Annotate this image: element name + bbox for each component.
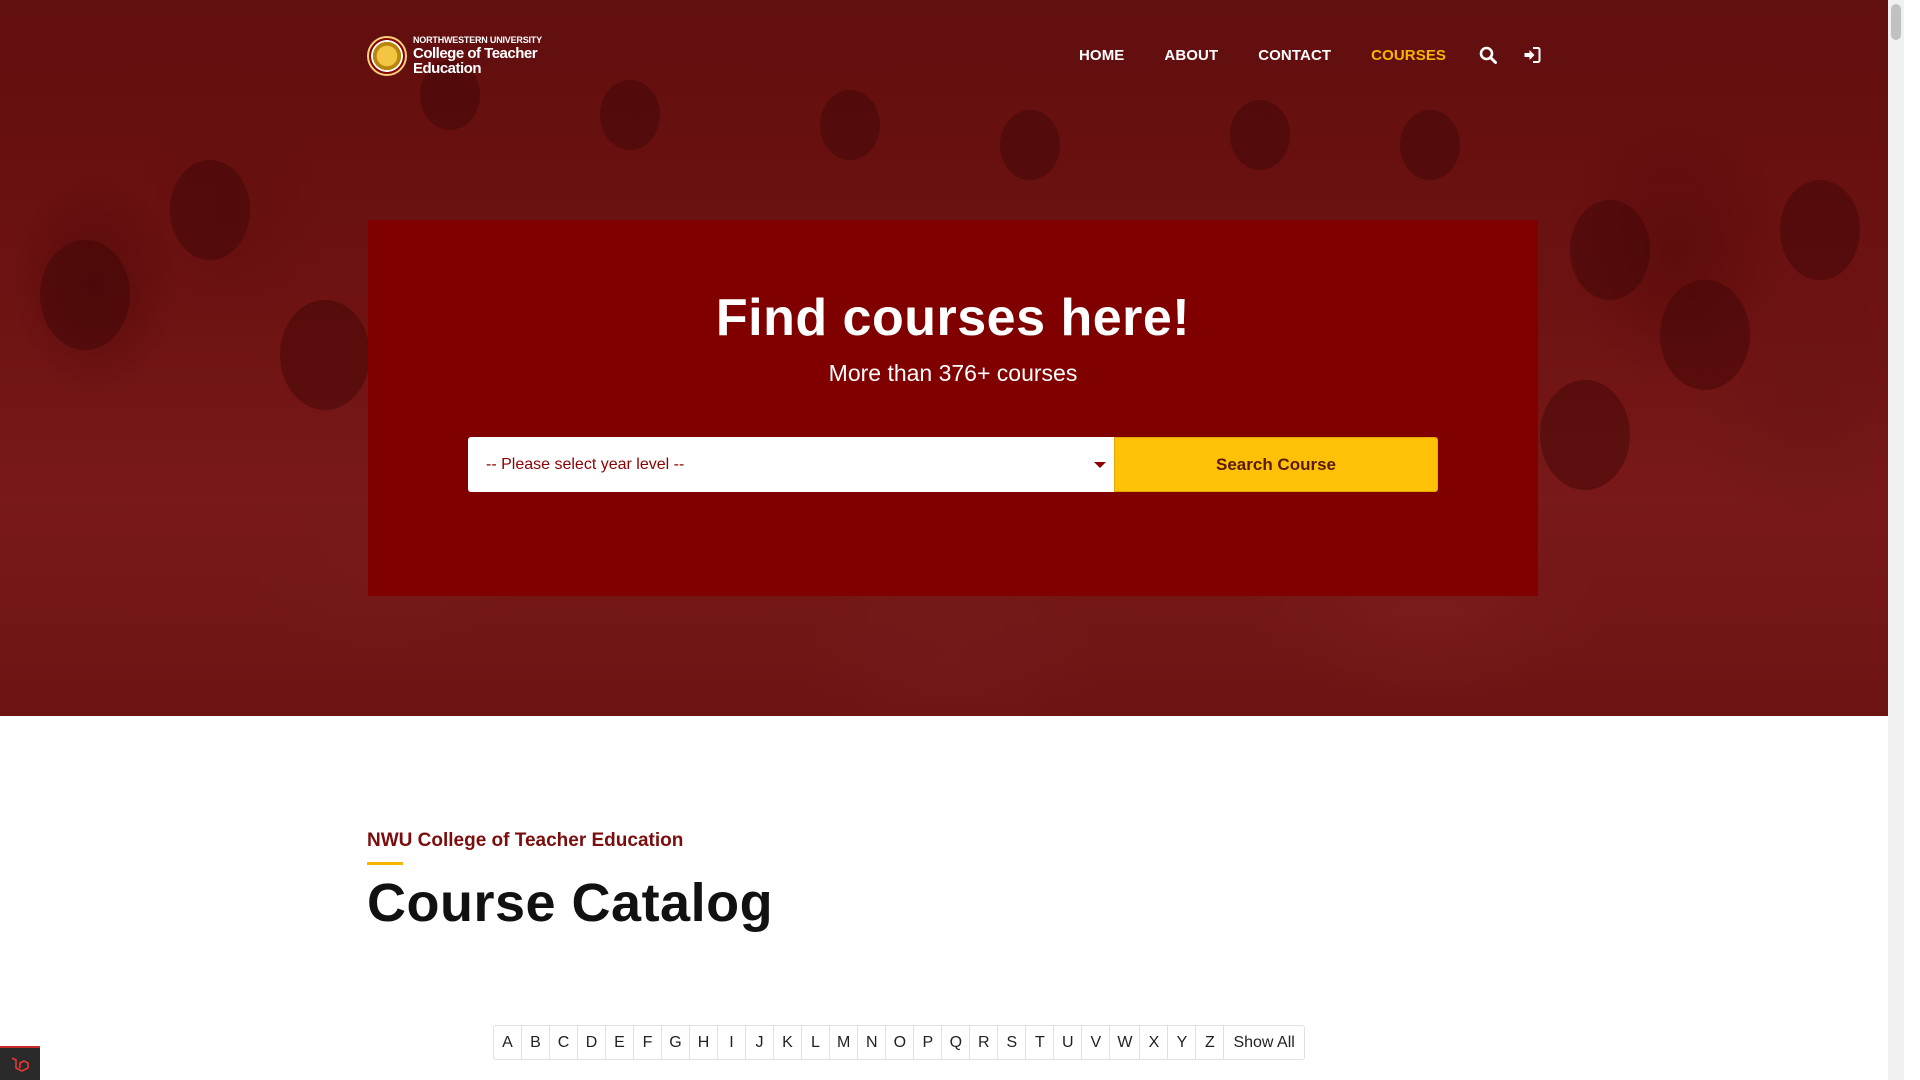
logo-text: NORTHWESTERN UNIVERSITY College of Teach… bbox=[413, 35, 542, 77]
letter-filter-u[interactable]: U bbox=[1054, 1026, 1083, 1059]
letter-filter-z[interactable]: Z bbox=[1196, 1026, 1225, 1059]
hero-title: Find courses here! bbox=[715, 289, 1191, 347]
hero-section: NORTHWESTERN UNIVERSITY College of Teach… bbox=[0, 0, 1904, 716]
letter-filter-o[interactable]: O bbox=[886, 1026, 915, 1059]
letter-filter-j[interactable]: J bbox=[746, 1026, 774, 1059]
letter-filter-c[interactable]: C bbox=[550, 1026, 578, 1059]
letter-filter-y[interactable]: Y bbox=[1168, 1026, 1197, 1059]
search-icon[interactable] bbox=[1478, 45, 1498, 65]
main-nav: HOME ABOUT CONTACT COURSES bbox=[1079, 44, 1542, 66]
year-level-select-value: -- Please select year level -- bbox=[486, 455, 685, 473]
letter-filter-i[interactable]: I bbox=[718, 1026, 746, 1059]
laravel-icon[interactable] bbox=[0, 1046, 40, 1080]
letter-filter-r[interactable]: R bbox=[970, 1026, 999, 1059]
caret-down-icon bbox=[1094, 462, 1106, 468]
college-logo[interactable]: NORTHWESTERN UNIVERSITY College of Teach… bbox=[367, 34, 542, 78]
search-course-button[interactable]: Search Course bbox=[1114, 437, 1438, 492]
nav-contact[interactable]: CONTACT bbox=[1258, 47, 1331, 64]
letter-filter-e[interactable]: E bbox=[606, 1026, 634, 1059]
letter-filter-x[interactable]: X bbox=[1140, 1026, 1169, 1059]
logo-college-line2: Education bbox=[413, 60, 482, 77]
logo-college-line1: College of Teacher bbox=[413, 45, 538, 62]
letter-filter-b[interactable]: B bbox=[522, 1026, 550, 1059]
letter-filter-a[interactable]: A bbox=[494, 1026, 522, 1059]
nav-about[interactable]: ABOUT bbox=[1164, 47, 1218, 64]
letter-filter-h[interactable]: H bbox=[690, 1026, 718, 1059]
letter-filter-bar: A B C D E F G H I J K L M N O P Q R S T U V W X Y Z Show All bbox=[493, 1025, 1305, 1060]
letter-filter-k[interactable]: K bbox=[774, 1026, 802, 1059]
letter-filter-g[interactable]: G bbox=[662, 1026, 690, 1059]
letter-filter-v[interactable]: V bbox=[1082, 1026, 1111, 1059]
year-level-select[interactable]: -- Please select year level -- bbox=[468, 437, 1116, 492]
letter-filter-q[interactable]: Q bbox=[942, 1026, 971, 1059]
scrollbar-thumb[interactable] bbox=[1891, 4, 1901, 40]
hero-subtitle: More than 376+ courses bbox=[828, 360, 1078, 386]
letter-filter-n[interactable]: N bbox=[858, 1026, 887, 1059]
nav-courses[interactable]: COURSES bbox=[1371, 47, 1446, 64]
university-seal-icon bbox=[367, 36, 407, 76]
sign-in-icon[interactable] bbox=[1522, 45, 1542, 65]
letter-filter-l[interactable]: L bbox=[802, 1026, 830, 1059]
letter-filter-s[interactable]: S bbox=[998, 1026, 1027, 1059]
catalog-title: Course Catalog bbox=[367, 873, 774, 933]
letter-filter-w[interactable]: W bbox=[1110, 1026, 1141, 1059]
nav-home[interactable]: HOME bbox=[1079, 47, 1124, 64]
letter-filter-m[interactable]: M bbox=[830, 1026, 859, 1059]
catalog-eyebrow: NWU College of Teacher Education bbox=[367, 830, 684, 851]
logo-university-name: NORTHWESTERN UNIVERSITY bbox=[413, 35, 542, 45]
letter-filter-p[interactable]: P bbox=[914, 1026, 943, 1059]
page-scrollbar[interactable] bbox=[1888, 0, 1904, 1080]
page: NORTHWESTERN UNIVERSITY College of Teach… bbox=[0, 0, 1904, 1080]
letter-filter-show-all[interactable]: Show All bbox=[1224, 1026, 1303, 1059]
letter-filter-d[interactable]: D bbox=[578, 1026, 606, 1059]
eyebrow-divider bbox=[367, 862, 403, 865]
letter-filter-t[interactable]: T bbox=[1026, 1026, 1055, 1059]
letter-filter-f[interactable]: F bbox=[634, 1026, 662, 1059]
course-search-card: Find courses here! More than 376+ course… bbox=[368, 220, 1538, 596]
